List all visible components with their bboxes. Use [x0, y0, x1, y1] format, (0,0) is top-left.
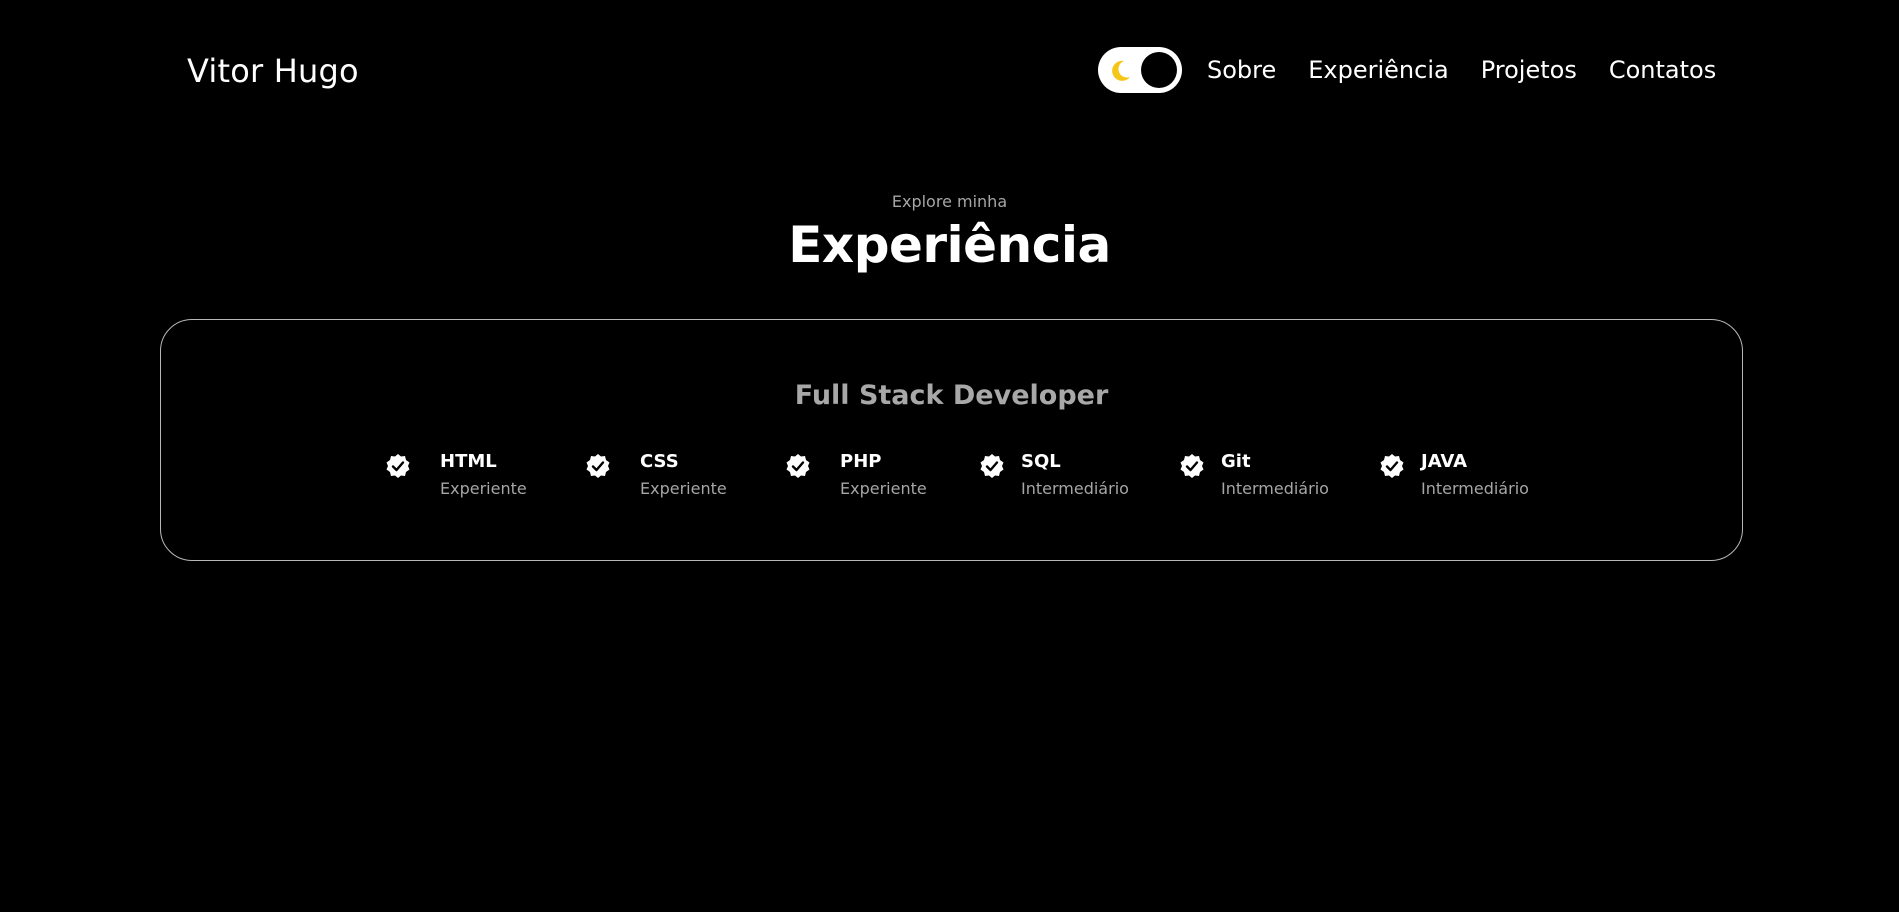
skill-item: CSS Experiente: [585, 451, 765, 511]
section-subtitle: Explore minha: [891, 192, 1008, 211]
nav-link-contatos[interactable]: Contatos: [1609, 56, 1716, 84]
skill-item: PHP Experiente: [785, 451, 965, 511]
skill-name: Git: [1221, 451, 1251, 472]
check-badge-icon: [386, 454, 410, 478]
check-badge-icon: [1180, 454, 1204, 478]
check-badge-icon: [786, 454, 810, 478]
card-title: Full Stack Developer: [794, 380, 1109, 411]
skill-name: CSS: [640, 451, 679, 472]
theme-toggle[interactable]: [1098, 47, 1182, 93]
skill-level: Intermediário: [1021, 479, 1129, 498]
skill-item: HTML Experiente: [385, 451, 565, 511]
nav-link-experiencia[interactable]: Experiência: [1308, 56, 1448, 84]
skill-name: PHP: [840, 451, 882, 472]
skill-item: JAVA Intermediário: [1379, 451, 1559, 511]
skill-level: Intermediário: [1421, 479, 1529, 498]
skill-item: SQL Intermediário: [979, 451, 1159, 511]
skill-item: Git Intermediário: [1179, 451, 1359, 511]
main-nav: Sobre Experiência Projetos Contatos: [1098, 47, 1716, 93]
logo[interactable]: Vitor Hugo: [187, 52, 359, 90]
skill-level: Experiente: [640, 479, 727, 498]
skill-level: Experiente: [840, 479, 927, 498]
check-badge-icon: [980, 454, 1004, 478]
moon-icon: [1112, 60, 1130, 81]
check-badge-icon: [1380, 454, 1404, 478]
skill-level: Experiente: [440, 479, 527, 498]
skill-name: SQL: [1021, 451, 1061, 472]
nav-link-sobre[interactable]: Sobre: [1207, 56, 1276, 84]
skill-name: JAVA: [1421, 451, 1468, 472]
experience-card: Full Stack Developer HTML Experiente CSS…: [160, 319, 1743, 561]
skill-name: HTML: [440, 451, 497, 472]
nav-link-projetos[interactable]: Projetos: [1481, 56, 1577, 84]
section-title: Experiência: [788, 216, 1111, 274]
check-badge-icon: [586, 454, 610, 478]
skills-list: HTML Experiente CSS Experiente PHP Exper…: [161, 451, 1742, 511]
skill-level: Intermediário: [1221, 479, 1329, 498]
toggle-knob: [1141, 52, 1177, 88]
site-header: Vitor Hugo Sobre Experiência Projetos Co…: [0, 0, 1899, 140]
